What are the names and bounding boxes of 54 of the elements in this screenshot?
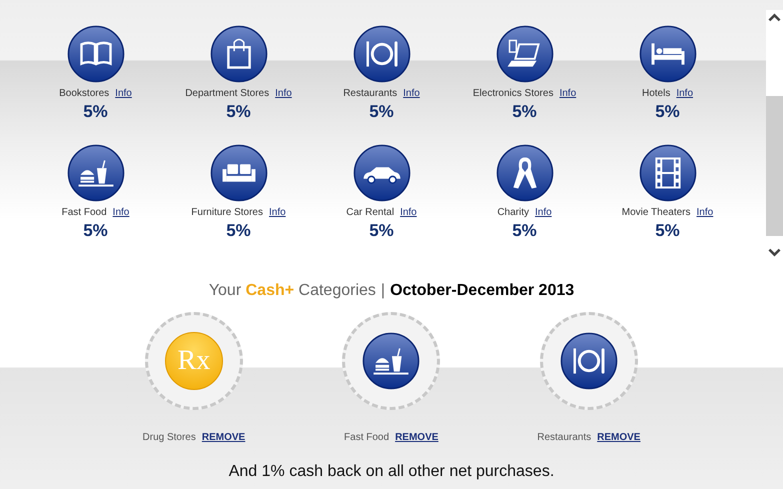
- category-name: Furniture Stores: [191, 207, 263, 218]
- category-name: Bookstores: [59, 88, 110, 99]
- cashback-percent: 5%: [512, 221, 537, 241]
- cashback-percent: 5%: [369, 102, 394, 122]
- ribbon-icon: [496, 144, 554, 202]
- plate-cutlery-icon: [352, 25, 410, 83]
- category-name: Department Stores: [185, 88, 270, 99]
- cashback-percent: 5%: [655, 221, 680, 241]
- category-name: Fast Food: [62, 207, 107, 218]
- separator-text: |: [380, 282, 386, 300]
- category-name: Movie Theaters: [622, 207, 691, 218]
- category-name: Charity: [497, 207, 529, 218]
- film-icon: [638, 144, 696, 202]
- plate-cutlery-icon: [560, 332, 618, 390]
- category-name: Hotels: [642, 88, 670, 99]
- category-name: Restaurants: [537, 432, 592, 443]
- info-link[interactable]: Info: [400, 207, 417, 218]
- info-link[interactable]: Info: [269, 207, 286, 218]
- info-link[interactable]: Info: [559, 88, 576, 99]
- info-link[interactable]: Info: [112, 207, 130, 218]
- prescription-icon: Rx: [164, 332, 223, 390]
- category-name: Electronics Stores: [472, 88, 554, 99]
- cashback-percent: 5%: [655, 102, 680, 122]
- burger-drink-icon: [362, 332, 420, 390]
- cashback-percent: 5%: [83, 102, 108, 122]
- cashback-percent: 5%: [226, 102, 251, 122]
- sofa-icon: [210, 144, 268, 202]
- car-icon: [352, 144, 410, 202]
- info-link[interactable]: Info: [275, 88, 292, 99]
- category-name: Car Rental: [346, 207, 394, 218]
- shopping-bag-icon: [210, 25, 268, 83]
- cashback-percent: 5%: [369, 221, 394, 241]
- category-name: Drug Stores: [142, 432, 196, 443]
- info-link[interactable]: Info: [115, 88, 132, 99]
- remove-link[interactable]: REMOVE: [202, 432, 246, 443]
- footer-note: And 1% cash back on all other net purchases.: [228, 463, 554, 481]
- laptop-icon: [496, 25, 554, 83]
- info-link[interactable]: Info: [676, 88, 694, 99]
- info-link[interactable]: Info: [403, 88, 420, 99]
- cashback-percent: 5%: [226, 221, 251, 241]
- remove-link[interactable]: REMOVE: [597, 432, 640, 443]
- info-link[interactable]: Info: [535, 207, 552, 218]
- period-title: October-December 2013: [390, 282, 574, 300]
- scrollbar-thumb[interactable]: [766, 96, 783, 236]
- burger-drink-icon: [66, 144, 124, 202]
- remove-link[interactable]: REMOVE: [395, 432, 438, 443]
- category-name: Restaurants: [343, 88, 398, 99]
- section-title: Your Cash+ Categories: [208, 282, 376, 300]
- category-name: Fast Food: [344, 432, 390, 443]
- bed-icon: [638, 25, 696, 83]
- info-link[interactable]: Info: [696, 207, 714, 218]
- cashback-percent: 5%: [512, 102, 537, 122]
- book-icon: [66, 25, 124, 83]
- cashback-percent: 5%: [83, 221, 108, 241]
